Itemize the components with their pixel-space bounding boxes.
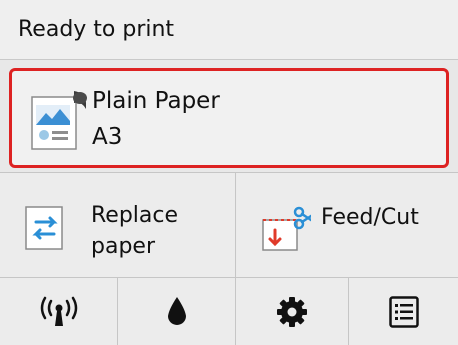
- action-row: Replace paper Feed/Cut: [0, 172, 458, 278]
- replace-label-line2: paper: [91, 234, 155, 259]
- paper-size-label: A3: [92, 124, 123, 150]
- feed-cut-label: Feed/Cut: [321, 205, 419, 230]
- settings-button[interactable]: [236, 278, 349, 345]
- paper-settings-button[interactable]: Plain Paper A3: [9, 68, 449, 168]
- replace-paper-label: Replace paper: [91, 200, 178, 262]
- list-icon: [388, 295, 419, 328]
- feed-cut-icon: [262, 206, 311, 251]
- status-bar: Ready to print: [0, 0, 458, 60]
- replace-paper-icon: [25, 206, 63, 250]
- status-text: Ready to print: [18, 17, 175, 42]
- gear-icon: [277, 296, 307, 327]
- replace-paper-button[interactable]: Replace paper: [0, 173, 236, 277]
- paper-panel: Plain Paper A3: [0, 60, 458, 172]
- feed-cut-button[interactable]: Feed/Cut: [237, 173, 458, 277]
- ink-button[interactable]: [118, 278, 236, 345]
- paper-settings-icon: [31, 91, 87, 150]
- paper-type-label: Plain Paper: [92, 88, 220, 114]
- ink-drop-icon: [167, 296, 186, 325]
- wireless-button[interactable]: [0, 278, 118, 345]
- replace-label-line1: Replace: [91, 203, 179, 228]
- wireless-icon: [40, 296, 77, 326]
- menu-button[interactable]: [349, 278, 458, 345]
- bottom-nav: [0, 278, 458, 345]
